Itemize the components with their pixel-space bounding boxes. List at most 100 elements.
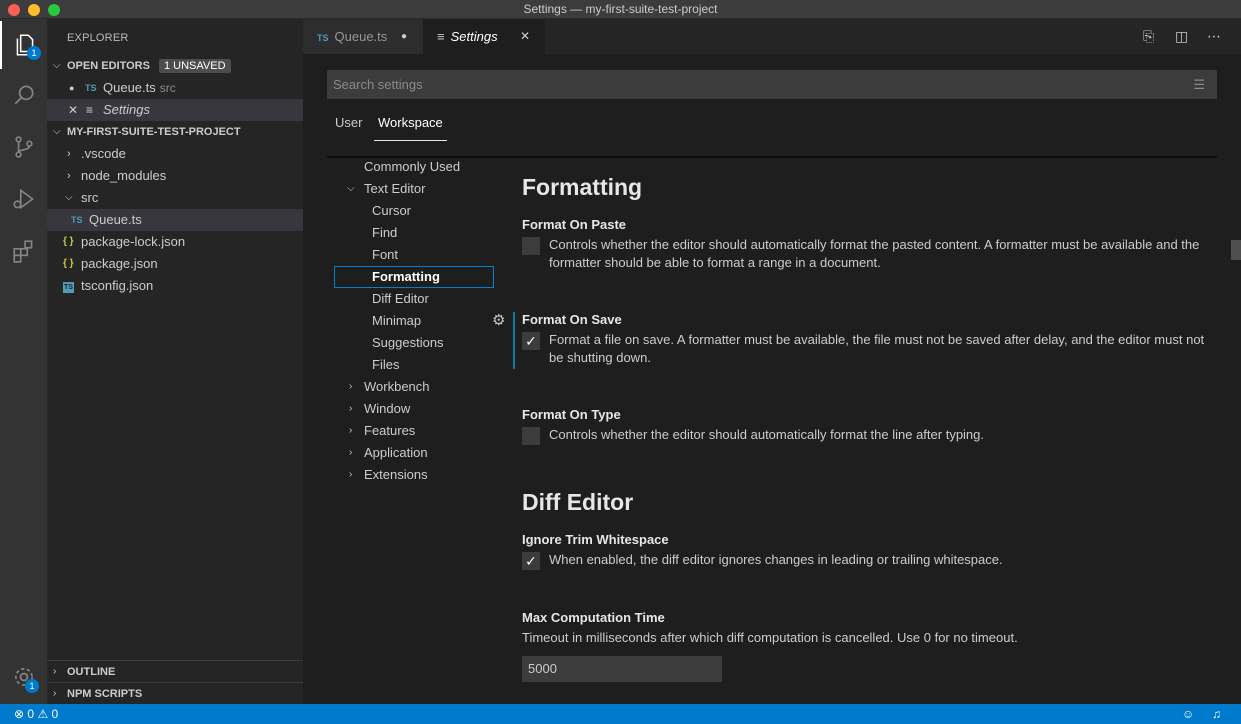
close-window-button[interactable] bbox=[8, 4, 20, 16]
close-icon[interactable]: ✕ bbox=[68, 99, 78, 121]
toc-features[interactable]: › Features bbox=[349, 420, 415, 442]
group-title-formatting: Formatting bbox=[522, 174, 643, 200]
feedback-icon[interactable]: ☺ bbox=[1182, 704, 1194, 724]
status-bar: ⊗ 0 ⚠ 0 ☺ ♫ bbox=[0, 704, 1241, 724]
chevron-right-icon: › bbox=[349, 425, 353, 436]
toc-text-editor[interactable]: ⌵ Text Editor bbox=[347, 178, 425, 200]
open-editor-item[interactable]: ● TS Queue.ts src bbox=[47, 77, 303, 99]
divider bbox=[327, 156, 1217, 158]
chevron-right-icon: › bbox=[53, 666, 57, 677]
source-control-activity[interactable] bbox=[0, 123, 47, 171]
more-actions-icon[interactable]: ⋯ bbox=[1207, 19, 1221, 54]
ignore-trim-whitespace-checkbox[interactable]: ✓ bbox=[522, 552, 540, 570]
close-icon[interactable]: ✕ bbox=[520, 19, 530, 54]
scrollbar-thumb[interactable] bbox=[1231, 240, 1241, 260]
toc-font[interactable]: Font bbox=[372, 244, 398, 266]
manage-activity[interactable]: 1 bbox=[0, 653, 47, 701]
npm-scripts-header[interactable]: › NPM SCRIPTS bbox=[47, 682, 303, 704]
tree-item-folder[interactable]: › .vscode bbox=[47, 143, 303, 165]
tsconfig-file-icon: TS bbox=[63, 282, 74, 293]
open-editors-header[interactable]: ⌵ OPEN EDITORS 1 UNSAVED bbox=[47, 55, 303, 77]
chevron-right-icon: › bbox=[67, 148, 71, 160]
tab-workspace-scope[interactable]: Workspace bbox=[374, 115, 447, 141]
unsaved-badge: 1 UNSAVED bbox=[159, 59, 231, 73]
clear-filter-icon[interactable]: ☰ bbox=[1193, 70, 1205, 99]
problems-status[interactable]: ⊗ 0 ⚠ 0 bbox=[14, 704, 58, 724]
search-icon bbox=[14, 85, 34, 105]
setting-description: Controls whether the editor should autom… bbox=[549, 237, 1200, 270]
dirty-dot-icon: ● bbox=[401, 31, 408, 42]
gear-icon[interactable]: ⚙ bbox=[492, 311, 505, 329]
chevron-down-icon: ⌵ bbox=[347, 183, 355, 194]
search-activity[interactable] bbox=[0, 71, 47, 119]
chevron-right-icon: › bbox=[53, 688, 57, 699]
toc-find[interactable]: Find bbox=[372, 222, 397, 244]
toc-application[interactable]: › Application bbox=[349, 442, 428, 464]
toc-workbench[interactable]: › Workbench bbox=[349, 376, 430, 398]
typescript-file-icon: TS bbox=[85, 83, 97, 93]
toc-diff-editor[interactable]: Diff Editor bbox=[372, 288, 429, 310]
chevron-down-icon: ⌵ bbox=[53, 126, 61, 137]
debug-icon bbox=[12, 188, 34, 210]
toc-window[interactable]: › Window bbox=[349, 398, 410, 420]
tree-item-file[interactable]: { } package-lock.json bbox=[47, 231, 303, 253]
explorer-activity[interactable]: 1 bbox=[0, 21, 47, 69]
tab-settings[interactable]: ≡ Settings ✕ bbox=[423, 19, 545, 54]
project-header[interactable]: ⌵ MY-FIRST-SUITE-TEST-PROJECT bbox=[47, 121, 303, 143]
toc-commonly-used[interactable]: Commonly Used bbox=[364, 156, 460, 178]
toc-formatting[interactable]: Formatting bbox=[334, 266, 494, 288]
setting-description: When enabled, the diff editor ignores ch… bbox=[549, 552, 1003, 567]
chevron-right-icon: › bbox=[349, 447, 353, 458]
tree-item-folder[interactable]: › node_modules bbox=[47, 165, 303, 187]
chevron-right-icon: › bbox=[349, 403, 353, 414]
extensions-icon bbox=[12, 240, 32, 263]
format-on-save-checkbox[interactable]: ✓ bbox=[522, 332, 540, 350]
chevron-right-icon: › bbox=[67, 170, 71, 182]
setting-title: Format On Save bbox=[522, 312, 622, 327]
maximize-window-button[interactable] bbox=[48, 4, 60, 16]
setting-title: Format On Type bbox=[522, 407, 621, 422]
toc-files[interactable]: Files bbox=[372, 354, 399, 376]
chevron-down-icon: ⌵ bbox=[65, 192, 73, 203]
error-icon: ⊗ bbox=[14, 707, 25, 721]
split-editor-icon[interactable]: ◫ bbox=[1175, 19, 1188, 54]
extensions-activity[interactable] bbox=[0, 227, 47, 275]
json-file-icon: { } bbox=[63, 236, 74, 247]
tree-item-file[interactable]: TS tsconfig.json bbox=[47, 275, 303, 297]
sidebar-title: EXPLORER bbox=[67, 32, 129, 44]
explorer-badge: 1 bbox=[27, 46, 41, 60]
tree-item-file[interactable]: { } package.json bbox=[47, 253, 303, 275]
tab-user-scope[interactable]: User bbox=[335, 115, 362, 141]
outline-header[interactable]: › OUTLINE bbox=[47, 660, 303, 682]
tree-item-file[interactable]: TS Queue.ts bbox=[47, 209, 303, 231]
max-computation-time-input[interactable]: 5000 bbox=[522, 656, 722, 682]
tab-queue-ts[interactable]: TS Queue.ts ● bbox=[303, 19, 423, 54]
modified-indicator bbox=[513, 312, 515, 369]
search-input[interactable]: Search settings ☰ bbox=[327, 70, 1217, 99]
settings-badge: 1 bbox=[25, 679, 39, 693]
notifications-bell-icon[interactable]: ♫ bbox=[1212, 704, 1221, 724]
setting-description: Timeout in milliseconds after which diff… bbox=[522, 630, 1018, 645]
minimize-window-button[interactable] bbox=[28, 4, 40, 16]
chevron-right-icon: › bbox=[349, 469, 353, 480]
setting-title: Format On Paste bbox=[522, 217, 627, 232]
format-on-paste-checkbox[interactable] bbox=[522, 237, 540, 255]
run-debug-activity[interactable] bbox=[0, 175, 47, 223]
open-editor-label: Queue.ts src bbox=[103, 80, 176, 95]
toc-cursor[interactable]: Cursor bbox=[372, 200, 411, 222]
warning-icon: ⚠ bbox=[37, 707, 49, 721]
open-editor-item[interactable]: ✕ ≡ Settings bbox=[47, 99, 303, 121]
tree-item-folder[interactable]: ⌵ src bbox=[47, 187, 303, 209]
toc-suggestions[interactable]: Suggestions bbox=[372, 332, 444, 354]
open-settings-json-icon[interactable]: ⎘ bbox=[1143, 19, 1154, 54]
format-on-type-checkbox[interactable] bbox=[522, 427, 540, 445]
source-control-icon bbox=[14, 136, 33, 158]
toc-extensions[interactable]: › Extensions bbox=[349, 464, 428, 486]
setting-description: Controls whether the editor should autom… bbox=[549, 427, 985, 442]
toc-minimap[interactable]: Minimap bbox=[372, 310, 421, 332]
window-title: Settings — my-first-suite-test-project bbox=[523, 2, 718, 16]
typescript-file-icon: TS bbox=[71, 215, 83, 225]
title-bar: Settings — my-first-suite-test-project bbox=[0, 0, 1241, 19]
setting-title: Ignore Trim Whitespace bbox=[522, 532, 669, 547]
settings-file-icon: ≡ bbox=[437, 29, 445, 44]
